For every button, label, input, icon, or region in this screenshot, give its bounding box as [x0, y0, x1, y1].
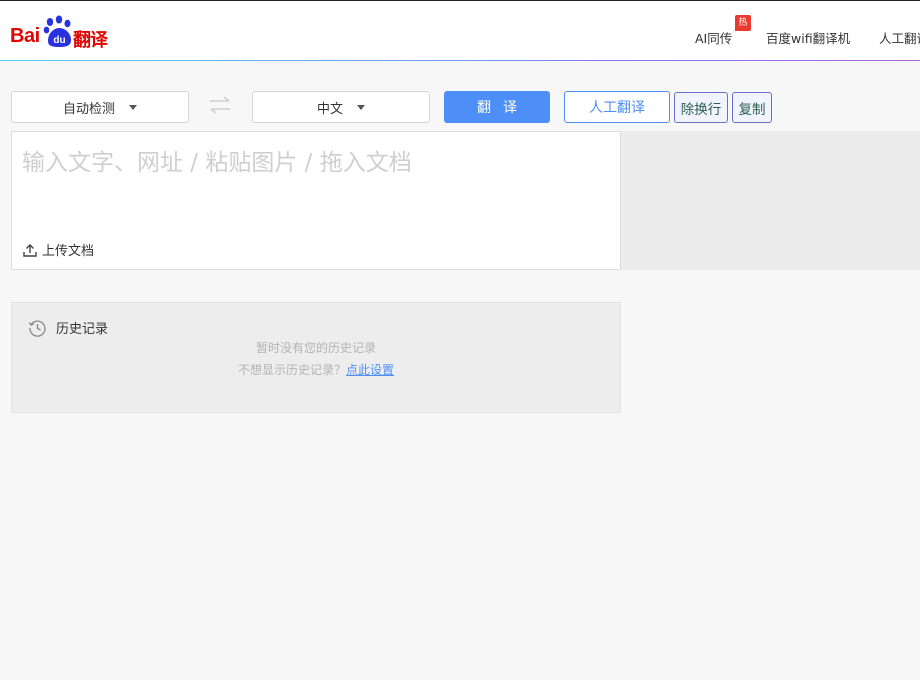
header-gradient-line	[0, 60, 920, 61]
nav-human-translation[interactable]: 人工翻译	[879, 28, 920, 47]
upload-document-label: 上传文档	[42, 244, 95, 259]
upload-document-button[interactable]: 上传文档	[23, 240, 94, 259]
history-title: 历史记录	[56, 322, 109, 337]
remove-linebreaks-button[interactable]: 除换行	[674, 92, 728, 123]
target-language-select[interactable]: 中文	[252, 91, 430, 123]
target-language-label: 中文	[316, 101, 343, 117]
history-header: 历史记录	[28, 318, 108, 337]
baidu-paw-icon: du	[43, 15, 71, 47]
history-settings-link[interactable]: 点此设置	[346, 363, 394, 377]
chevron-down-icon	[129, 104, 137, 110]
logo-text-bai: Bai	[10, 25, 40, 47]
history-panel: 历史记录 暂时没有您的历史记录 不想显示历史记录？点此设置	[11, 302, 621, 413]
translation-output-area	[621, 131, 920, 270]
copy-button[interactable]: 复制	[732, 92, 772, 123]
hot-badge: 热	[735, 15, 751, 31]
source-text-input[interactable]: 输入文字、网址 / 粘贴图片 / 拖入文档 上传文档	[11, 131, 621, 270]
swap-languages-icon[interactable]	[208, 95, 232, 115]
translate-button[interactable]: 翻译	[444, 91, 550, 123]
upload-icon	[23, 243, 37, 257]
source-language-select[interactable]: 自动检测	[11, 91, 189, 123]
chevron-down-icon	[357, 104, 365, 110]
history-empty-text: 暂时没有您的历史记录	[255, 341, 376, 355]
baidu-translate-logo[interactable]: Bai du 翻译	[10, 15, 110, 51]
source-language-label: 自动检测	[62, 101, 115, 117]
input-placeholder: 输入文字、网址 / 粘贴图片 / 拖入文档	[22, 150, 412, 176]
logo-text-product: 翻译	[73, 30, 108, 51]
history-hint-text: 不想显示历史记录？	[237, 363, 346, 377]
logo-text-du: du	[53, 35, 65, 46]
history-hint: 不想显示历史记录？点此设置	[12, 361, 620, 378]
nav-ai-interpretation[interactable]: AI同传	[695, 28, 732, 47]
nav-wifi-translator[interactable]: 百度wifi翻译机	[766, 28, 850, 47]
human-translate-button[interactable]: 人工翻译	[564, 91, 670, 123]
top-bar: Bai du 翻译 AI同传 热 百度wifi翻译机 人工翻译	[0, 0, 920, 60]
history-clock-icon	[28, 320, 46, 337]
